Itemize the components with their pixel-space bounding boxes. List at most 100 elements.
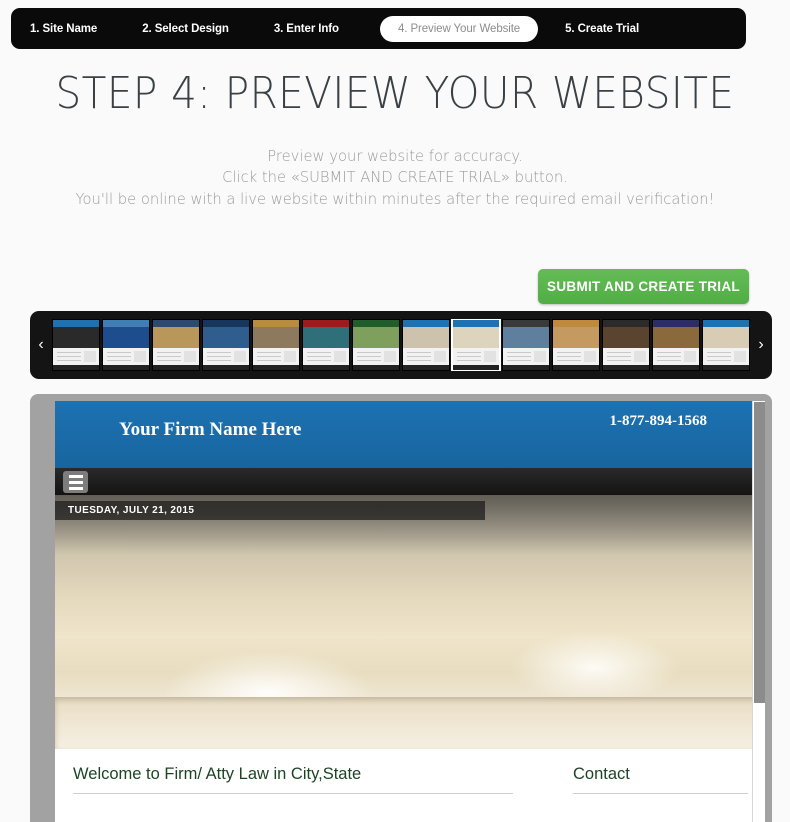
design-thumbnail-3[interactable] [152, 319, 200, 371]
thumb-header-bar [603, 320, 649, 327]
thumb-hero [303, 327, 349, 348]
preview-site-header: Your Firm Name Here 1-877-894-1568 [55, 401, 765, 468]
page-title: STEP 4: PREVIEW YOUR WEBSITE [55, 68, 735, 119]
welcome-heading: Welcome to Firm/ Atty Law in City,State [73, 765, 513, 794]
preview-date-bar: TUESDAY, JULY 21, 2015 [55, 501, 485, 520]
design-thumbnail-6[interactable] [302, 319, 350, 371]
design-thumbnail-2[interactable] [102, 319, 150, 371]
thumb-header-bar [253, 320, 299, 327]
preview-main-column: Welcome to Firm/ Atty Law in City,State [73, 765, 513, 794]
carousel-next-arrow-icon[interactable]: › [750, 337, 772, 353]
design-thumbnail-7[interactable] [352, 319, 400, 371]
thumb-header-bar [303, 320, 349, 327]
thumb-hero [253, 327, 299, 348]
thumb-header-bar [103, 320, 149, 327]
thumb-hero [653, 327, 699, 348]
thumb-body [53, 348, 99, 365]
thumbnail-list [52, 319, 750, 371]
thumb-header-bar [353, 320, 399, 327]
thumb-footer [453, 365, 499, 370]
submit-and-create-trial-button[interactable]: SUBMIT AND CREATE TRIAL [538, 269, 749, 304]
preview-side-column: Contact [573, 765, 748, 794]
thumb-footer [203, 365, 249, 370]
design-thumbnail-10[interactable] [502, 319, 550, 371]
thumb-header-bar [53, 320, 99, 327]
step-item-3[interactable]: 3. Enter Info [274, 23, 339, 35]
thumb-body [153, 348, 199, 365]
contact-heading: Contact [573, 765, 748, 794]
step-item-1[interactable]: 1. Site Name [30, 23, 97, 35]
firm-phone-text: 1-877-894-1568 [609, 413, 708, 429]
thumb-header-bar [703, 320, 749, 327]
thumb-body [253, 348, 299, 365]
thumb-hero [103, 327, 149, 348]
thumb-footer [403, 365, 449, 370]
thumb-hero [703, 327, 749, 348]
thumb-body [553, 348, 599, 365]
thumb-hero [403, 327, 449, 348]
thumb-footer [503, 365, 549, 370]
thumb-header-bar [553, 320, 599, 327]
instructions-line-2: Click the «SUBMIT AND CREATE TRIAL» butt… [222, 168, 568, 187]
thumb-body [653, 348, 699, 365]
thumb-hero [503, 327, 549, 348]
thumb-hero [553, 327, 599, 348]
instructions-text: Preview your website for accuracy. Click… [20, 146, 771, 210]
step-item-2[interactable]: 2. Select Design [142, 23, 229, 35]
thumb-footer [553, 365, 599, 370]
thumb-footer [253, 365, 299, 370]
step-item-5[interactable]: 5. Create Trial [565, 23, 639, 35]
thumb-footer [353, 365, 399, 370]
thumb-hero [153, 327, 199, 348]
thumb-footer [53, 365, 99, 370]
thumb-footer [153, 365, 199, 370]
website-preview-frame: Your Firm Name Here 1-877-894-1568 TUESD… [30, 394, 772, 822]
thumb-header-bar [203, 320, 249, 327]
hamburger-menu-icon[interactable] [63, 471, 88, 493]
hero-base-step [55, 697, 765, 749]
thumb-hero [353, 327, 399, 348]
thumb-body [203, 348, 249, 365]
thumb-header-bar [403, 320, 449, 327]
thumb-header-bar [453, 320, 499, 327]
design-thumbnail-12[interactable] [602, 319, 650, 371]
thumb-hero [453, 327, 499, 348]
step-item-4-active[interactable]: 4. Preview Your Website [379, 15, 539, 42]
preview-hero-banner: TUESDAY, JULY 21, 2015 [55, 495, 765, 749]
thumb-body [703, 348, 749, 365]
instructions-line-3: You'll be online with a live website wit… [75, 189, 715, 208]
design-thumbnail-11[interactable] [552, 319, 600, 371]
design-thumbnail-13[interactable] [652, 319, 700, 371]
preview-site-body: Welcome to Firm/ Atty Law in City,State … [55, 749, 765, 822]
thumb-body [303, 348, 349, 365]
thumb-header-bar [153, 320, 199, 327]
thumb-footer [653, 365, 699, 370]
design-thumbnail-5[interactable] [252, 319, 300, 371]
design-thumbnail-4[interactable] [202, 319, 250, 371]
preview-scrollbar-thumb[interactable] [754, 402, 765, 703]
thumb-footer [103, 365, 149, 370]
thumb-header-bar [503, 320, 549, 327]
thumb-body [603, 348, 649, 365]
design-thumbnail-9[interactable] [451, 319, 501, 371]
design-thumbnail-14[interactable] [702, 319, 750, 371]
thumb-body [353, 348, 399, 365]
thumb-footer [303, 365, 349, 370]
instructions-line-1: Preview your website for accuracy. [267, 147, 523, 165]
carousel-prev-arrow-icon[interactable]: ‹ [30, 337, 52, 353]
website-preview-viewport: Your Firm Name Here 1-877-894-1568 TUESD… [55, 401, 765, 822]
design-thumbnail-carousel: ‹ › [30, 311, 772, 379]
thumb-body [453, 348, 499, 365]
thumb-header-bar [653, 320, 699, 327]
thumb-hero [603, 327, 649, 348]
preview-scrollbar-track[interactable] [752, 401, 765, 822]
thumb-footer [703, 365, 749, 370]
thumb-hero [53, 327, 99, 348]
thumb-body [403, 348, 449, 365]
thumb-hero [203, 327, 249, 348]
thumb-body [103, 348, 149, 365]
firm-name-text: Your Firm Name Here [119, 419, 302, 440]
design-thumbnail-1[interactable] [52, 319, 100, 371]
thumb-body [503, 348, 549, 365]
design-thumbnail-8[interactable] [402, 319, 450, 371]
